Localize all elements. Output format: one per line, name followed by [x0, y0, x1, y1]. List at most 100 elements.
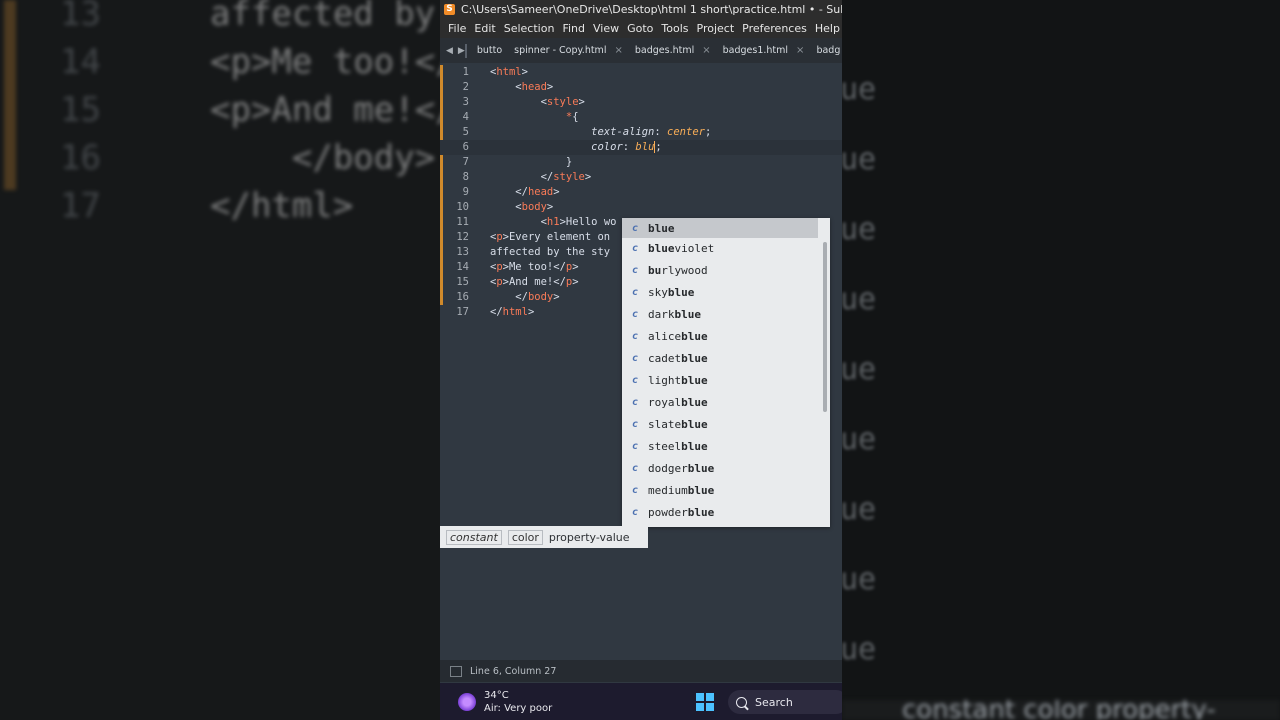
autocomplete-item[interactable]: c dodgerblue: [622, 458, 818, 478]
menu-item-project[interactable]: Project: [693, 22, 739, 35]
background-line-number: 13: [60, 0, 101, 34]
windows-start-icon[interactable]: [696, 693, 714, 711]
autocomplete-popup[interactable]: c blue c blueviolet c burlywood c skyblue c darkb…: [622, 218, 830, 527]
close-icon[interactable]: ×: [614, 45, 622, 56]
close-icon[interactable]: ×: [796, 45, 804, 56]
line-code: affected by the sty: [490, 246, 611, 258]
tab-bar: ◀ ▶ butto spinner - Copy.html × badges.html…: [440, 38, 842, 63]
tab-label: badges1.html: [722, 45, 789, 56]
code-line[interactable]: 8 </style>: [440, 170, 842, 185]
background-code-line: 14 <p>Me too!</p>: [10, 38, 440, 86]
menu-item-goto[interactable]: Goto: [623, 22, 657, 35]
taskbar-search[interactable]: Search: [728, 690, 842, 714]
tab[interactable]: butto: [473, 45, 510, 56]
tab-label: badg: [816, 45, 841, 56]
panel-toggle-icon[interactable]: [450, 665, 462, 677]
line-code: <p>Me too!</p>: [490, 261, 579, 273]
background-suffix: ue: [840, 422, 877, 457]
weather-widget[interactable]: 34°C Air: Very poor: [484, 689, 552, 715]
code-line[interactable]: 10 <body>: [440, 200, 842, 215]
menu-item-find[interactable]: Find: [558, 22, 589, 35]
menu-item-view[interactable]: View: [589, 22, 623, 35]
menu-item-file[interactable]: File: [444, 22, 470, 35]
code-line[interactable]: 2 <head>: [440, 80, 842, 95]
background-suffix: ue: [840, 282, 877, 317]
tab[interactable]: badges.html ×: [631, 45, 719, 56]
tab-next-icon[interactable]: ▶: [458, 46, 465, 56]
kind-icon: c: [631, 242, 639, 254]
line-number: 13: [456, 246, 469, 258]
code-line[interactable]: 1 <html>: [440, 65, 842, 80]
autocomplete-label: steelblue: [648, 439, 708, 453]
background-code: 13 affected by t 14 <p>Me too!</p> 15 <p>And …: [10, 0, 440, 230]
menu-item-tools[interactable]: Tools: [657, 22, 692, 35]
tab[interactable]: badges1.html ×: [719, 45, 813, 56]
close-icon[interactable]: ×: [702, 45, 710, 56]
autocomplete-item[interactable]: c slateblue: [622, 414, 818, 434]
autocomplete-item[interactable]: c blueviolet: [622, 238, 818, 258]
line-number: 1: [462, 66, 469, 78]
autocomplete-item[interactable]: c burlywood: [622, 260, 818, 280]
code-line[interactable]: 3 <style>: [440, 95, 842, 110]
status-bar: Line 6, Column 27: [440, 660, 842, 682]
code-line[interactable]: 6 color: blu;: [440, 140, 842, 155]
line-number: 2: [462, 81, 469, 93]
background-suffix: ue: [840, 352, 877, 387]
autocomplete-item[interactable]: c darkblue: [622, 304, 818, 324]
menu-item-help[interactable]: Help: [811, 22, 842, 35]
line-code: <head>: [515, 81, 554, 93]
background-left: 13 affected by t 14 <p>Me too!</p> 15 <p>And …: [0, 0, 440, 720]
background-line-text: affected by t: [210, 0, 436, 34]
line-number: 8: [462, 171, 469, 183]
completion-kind: constant: [446, 529, 502, 545]
code-line[interactable]: 9 </head>: [440, 185, 842, 200]
background-suffix: ue: [840, 72, 877, 107]
kind-icon: c: [631, 330, 639, 342]
background-line-number: 14: [60, 42, 101, 82]
tab[interactable]: spinner - Copy.html ×: [510, 45, 631, 56]
autocomplete-item[interactable]: c lightblue: [622, 370, 818, 390]
kind-icon: c: [631, 308, 639, 320]
autocomplete-item[interactable]: c skyblue: [622, 282, 818, 302]
autocomplete-item[interactable]: c aliceblue: [622, 326, 818, 346]
background-line-number: 15: [60, 90, 101, 130]
code-line[interactable]: 4 *{: [440, 110, 842, 125]
autocomplete-item[interactable]: c blue: [622, 218, 818, 238]
autocomplete-item[interactable]: c royalblue: [622, 392, 818, 412]
kind-icon: c: [631, 264, 639, 276]
line-code: <p>Every element on: [490, 231, 611, 243]
tab-prev-icon[interactable]: ◀: [446, 46, 453, 56]
menu-item-preferences[interactable]: Preferences: [738, 22, 811, 35]
tab-label: badges.html: [634, 45, 695, 56]
code-line[interactable]: 7 }: [440, 155, 842, 170]
autocomplete-scrollbar[interactable]: [823, 242, 827, 412]
autocomplete-label: skyblue: [648, 285, 695, 299]
code-line[interactable]: 5 text-align: center;: [440, 125, 842, 140]
tab[interactable]: badg: [812, 45, 842, 56]
air-quality: Air: Very poor: [484, 702, 553, 714]
autocomplete-footer: constant color property-value: [440, 526, 648, 548]
line-code: <body>: [515, 201, 554, 213]
line-code: <h1>Hello wo: [540, 216, 617, 228]
background-suffix: ue: [840, 562, 877, 597]
line-number: 3: [462, 96, 469, 108]
autocomplete-label: mediumblue: [648, 483, 715, 497]
weather-icon[interactable]: [458, 692, 476, 711]
tab-separator: [464, 43, 467, 58]
background-code-line: 13 affected by t: [10, 0, 440, 38]
editor[interactable]: 1 <html> 2 <head> 3 <style> 4 *{5 text-align…: [440, 63, 842, 660]
menu-item-selection[interactable]: Selection: [500, 22, 559, 35]
autocomplete-item[interactable]: c cadetblue: [622, 348, 818, 368]
line-number: 14: [456, 261, 469, 273]
tab-nav[interactable]: ◀ ▶: [440, 46, 465, 56]
autocomplete-item[interactable]: c steelblue: [622, 436, 818, 456]
line-number: 10: [456, 201, 469, 213]
cursor-position[interactable]: Line 6, Column 27: [470, 666, 556, 677]
kind-icon: c: [631, 462, 639, 474]
taskbar: 34°C Air: Very poor Search: [440, 683, 842, 720]
menu-item-edit[interactable]: Edit: [470, 22, 499, 35]
search-label: Search: [755, 695, 793, 709]
autocomplete-item[interactable]: c powderblue: [622, 502, 818, 522]
autocomplete-item[interactable]: c mediumblue: [622, 480, 818, 500]
search-icon: [736, 696, 747, 708]
